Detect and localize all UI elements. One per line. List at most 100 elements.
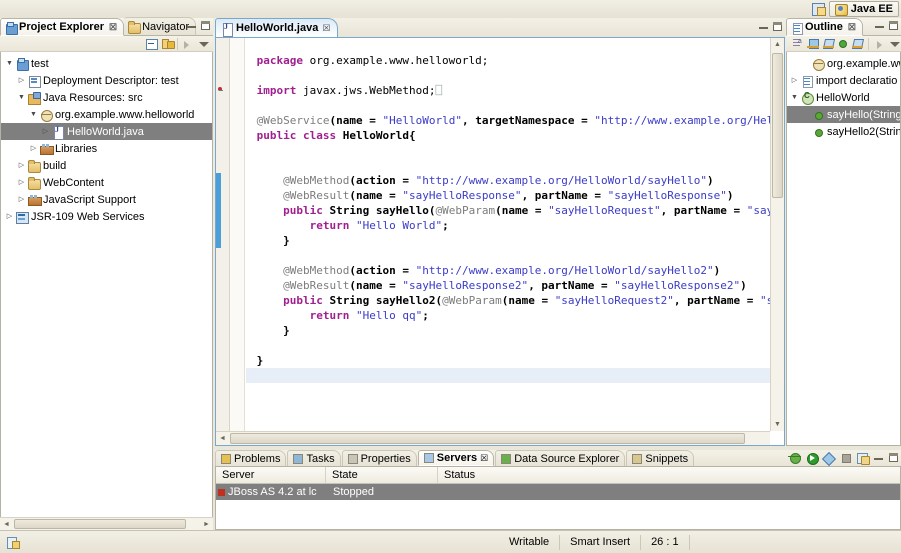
tab-servers[interactable]: Servers☒ xyxy=(418,450,494,466)
tab-tasks[interactable]: Tasks xyxy=(287,450,340,466)
column-header-status[interactable]: Status xyxy=(438,467,638,483)
expand-arrow-closed-icon[interactable]: ▷ xyxy=(28,140,39,157)
code-line[interactable]: } xyxy=(246,353,770,368)
code-line[interactable]: return "Hello World"; xyxy=(246,218,770,233)
profile-icon[interactable] xyxy=(822,451,835,464)
outline-item-import-declaratio[interactable]: ▷import declaratio xyxy=(787,72,900,89)
minimize-icon[interactable] xyxy=(873,452,884,463)
project-tree[interactable]: ▼test▷Deployment Descriptor: test▼Java R… xyxy=(0,52,213,530)
code-line[interactable] xyxy=(246,98,770,113)
code-line[interactable] xyxy=(246,38,770,53)
collapse-all-icon[interactable] xyxy=(145,37,158,50)
tab-problems[interactable]: Problems xyxy=(215,450,286,466)
tree-item-build[interactable]: ▷build xyxy=(1,157,212,174)
run-icon[interactable] xyxy=(805,451,818,464)
hide-local-icon[interactable] xyxy=(851,37,861,50)
outline-item-sayhello-string[interactable]: sayHello(String xyxy=(787,106,900,123)
code-line[interactable]: import javax.jws.WebMethod;⎕ xyxy=(246,83,770,98)
project-tree-hscrollbar[interactable]: ◄ ► xyxy=(0,517,213,530)
tree-item-org-example-www-helloworld[interactable]: ▼org.example.www.helloworld xyxy=(1,106,212,123)
editor-vscrollbar[interactable]: ▲ ▼ xyxy=(770,38,784,431)
code-line[interactable] xyxy=(246,68,770,83)
outline-item-org-example-www[interactable]: org.example.www xyxy=(787,55,900,72)
expand-arrow-closed-icon[interactable]: ▷ xyxy=(40,123,51,140)
outline-item-helloworld[interactable]: ▼HelloWorld xyxy=(787,89,900,106)
maximize-icon[interactable] xyxy=(888,20,899,31)
code-line[interactable]: public class HelloWorld{ xyxy=(246,128,770,143)
expand-arrow-closed-icon[interactable]: ▷ xyxy=(789,72,800,89)
table-row[interactable]: JBoss AS 4.2 at lcStopped xyxy=(216,484,900,500)
minimize-icon[interactable] xyxy=(874,20,885,31)
code-line[interactable] xyxy=(246,143,770,158)
expand-arrow-closed-icon[interactable]: ▷ xyxy=(4,208,15,225)
expand-arrow-closed-icon[interactable]: ▷ xyxy=(16,157,27,174)
vscroll-thumb[interactable] xyxy=(772,53,783,198)
expand-arrow-open-icon[interactable]: ▼ xyxy=(16,89,27,106)
outline-tree[interactable]: org.example.www▷import declaratio▼HelloW… xyxy=(786,52,901,446)
close-icon[interactable]: ☒ xyxy=(322,23,330,34)
tree-item-helloworld-java[interactable]: ▷HelloWorld.java xyxy=(1,123,212,140)
code-line[interactable]: @WebResult(name = "sayHelloResponse", pa… xyxy=(246,188,770,203)
minimize-icon[interactable] xyxy=(186,20,197,31)
arrow-icon[interactable] xyxy=(181,37,194,50)
tab-snippets[interactable]: Snippets xyxy=(626,450,694,466)
expand-arrow-open-icon[interactable]: ▼ xyxy=(28,106,39,123)
hscroll-thumb[interactable] xyxy=(230,433,745,444)
code-line[interactable] xyxy=(246,158,770,173)
column-header-state[interactable]: State xyxy=(326,467,438,483)
code-line[interactable]: package org.example.www.helloworld; xyxy=(246,53,770,68)
tab-outline[interactable]: Outline ☒ xyxy=(786,18,863,36)
code-line[interactable]: public String sayHello(@WebParam(name = … xyxy=(246,203,770,218)
sort-icon[interactable] xyxy=(792,37,802,50)
scroll-down-icon[interactable]: ▼ xyxy=(771,418,784,431)
close-icon[interactable]: ☒ xyxy=(480,453,488,464)
code-line[interactable]: @WebMethod(action = "http://www.example.… xyxy=(246,263,770,278)
link-editor-icon[interactable] xyxy=(161,37,174,50)
code-line[interactable]: return "Hello qq"; xyxy=(246,308,770,323)
open-perspective-icon[interactable] xyxy=(811,2,825,16)
tree-item-libraries[interactable]: ▷Libraries xyxy=(1,140,212,157)
expand-arrow-closed-icon[interactable]: ▷ xyxy=(16,174,27,191)
editor-hscrollbar[interactable]: ◄ xyxy=(216,431,770,445)
maximize-icon[interactable] xyxy=(888,452,899,463)
import-collapse-icon[interactable] xyxy=(218,87,222,91)
perspective-switcher-java-ee[interactable]: Java EE xyxy=(829,1,899,17)
code-line[interactable] xyxy=(246,248,770,263)
editor-text-area[interactable]: package org.example.www.helloworld; impo… xyxy=(246,38,770,431)
code-line[interactable] xyxy=(246,368,770,383)
editor-annotation-ruler[interactable] xyxy=(216,38,230,445)
close-icon[interactable]: ☒ xyxy=(848,22,856,33)
servers-table[interactable]: Server State Status JBoss AS 4.2 at lcSt… xyxy=(215,466,901,530)
expand-arrow-closed-icon[interactable]: ▷ xyxy=(16,191,27,208)
editor-folding-ruler[interactable] xyxy=(230,38,245,445)
tree-item-javascript-support[interactable]: ▷JavaScript Support xyxy=(1,191,212,208)
arrow-icon[interactable] xyxy=(874,37,884,50)
scroll-up-icon[interactable]: ▲ xyxy=(771,38,784,51)
code-line[interactable]: } xyxy=(246,233,770,248)
view-menu-icon[interactable] xyxy=(888,37,898,50)
expand-arrow-open-icon[interactable]: ▼ xyxy=(4,55,15,72)
view-menu-icon[interactable] xyxy=(197,37,210,50)
hide-static-icon[interactable] xyxy=(822,37,832,50)
close-icon[interactable]: ☒ xyxy=(109,22,117,33)
publish-icon[interactable] xyxy=(856,451,869,464)
tree-item-deployment-descriptor-test[interactable]: ▷Deployment Descriptor: test xyxy=(1,72,212,89)
code-line[interactable]: } xyxy=(246,323,770,338)
hide-fields-icon[interactable] xyxy=(807,37,817,50)
outline-item-sayhello2-string[interactable]: sayHello2(String xyxy=(787,123,900,140)
hscroll-thumb[interactable] xyxy=(14,519,186,529)
tab-helloworld-java[interactable]: HelloWorld.java ☒ xyxy=(215,18,338,37)
tab-data-source-explorer[interactable]: Data Source Explorer xyxy=(495,450,625,466)
column-header-server[interactable]: Server xyxy=(216,467,326,483)
maximize-icon[interactable] xyxy=(200,20,211,31)
minimize-icon[interactable] xyxy=(758,21,769,32)
tab-properties[interactable]: Properties xyxy=(342,450,417,466)
expand-arrow-closed-icon[interactable]: ▷ xyxy=(16,72,27,89)
tree-item-webcontent[interactable]: ▷WebContent xyxy=(1,174,212,191)
tree-item-java-resources-src[interactable]: ▼Java Resources: src xyxy=(1,89,212,106)
tree-item-jsr-109-web-services[interactable]: ▷JSR-109 Web Services xyxy=(1,208,212,225)
stop-icon[interactable] xyxy=(839,451,852,464)
code-line[interactable] xyxy=(246,338,770,353)
tree-item-test[interactable]: ▼test xyxy=(1,55,212,72)
expand-arrow-open-icon[interactable]: ▼ xyxy=(789,89,800,106)
